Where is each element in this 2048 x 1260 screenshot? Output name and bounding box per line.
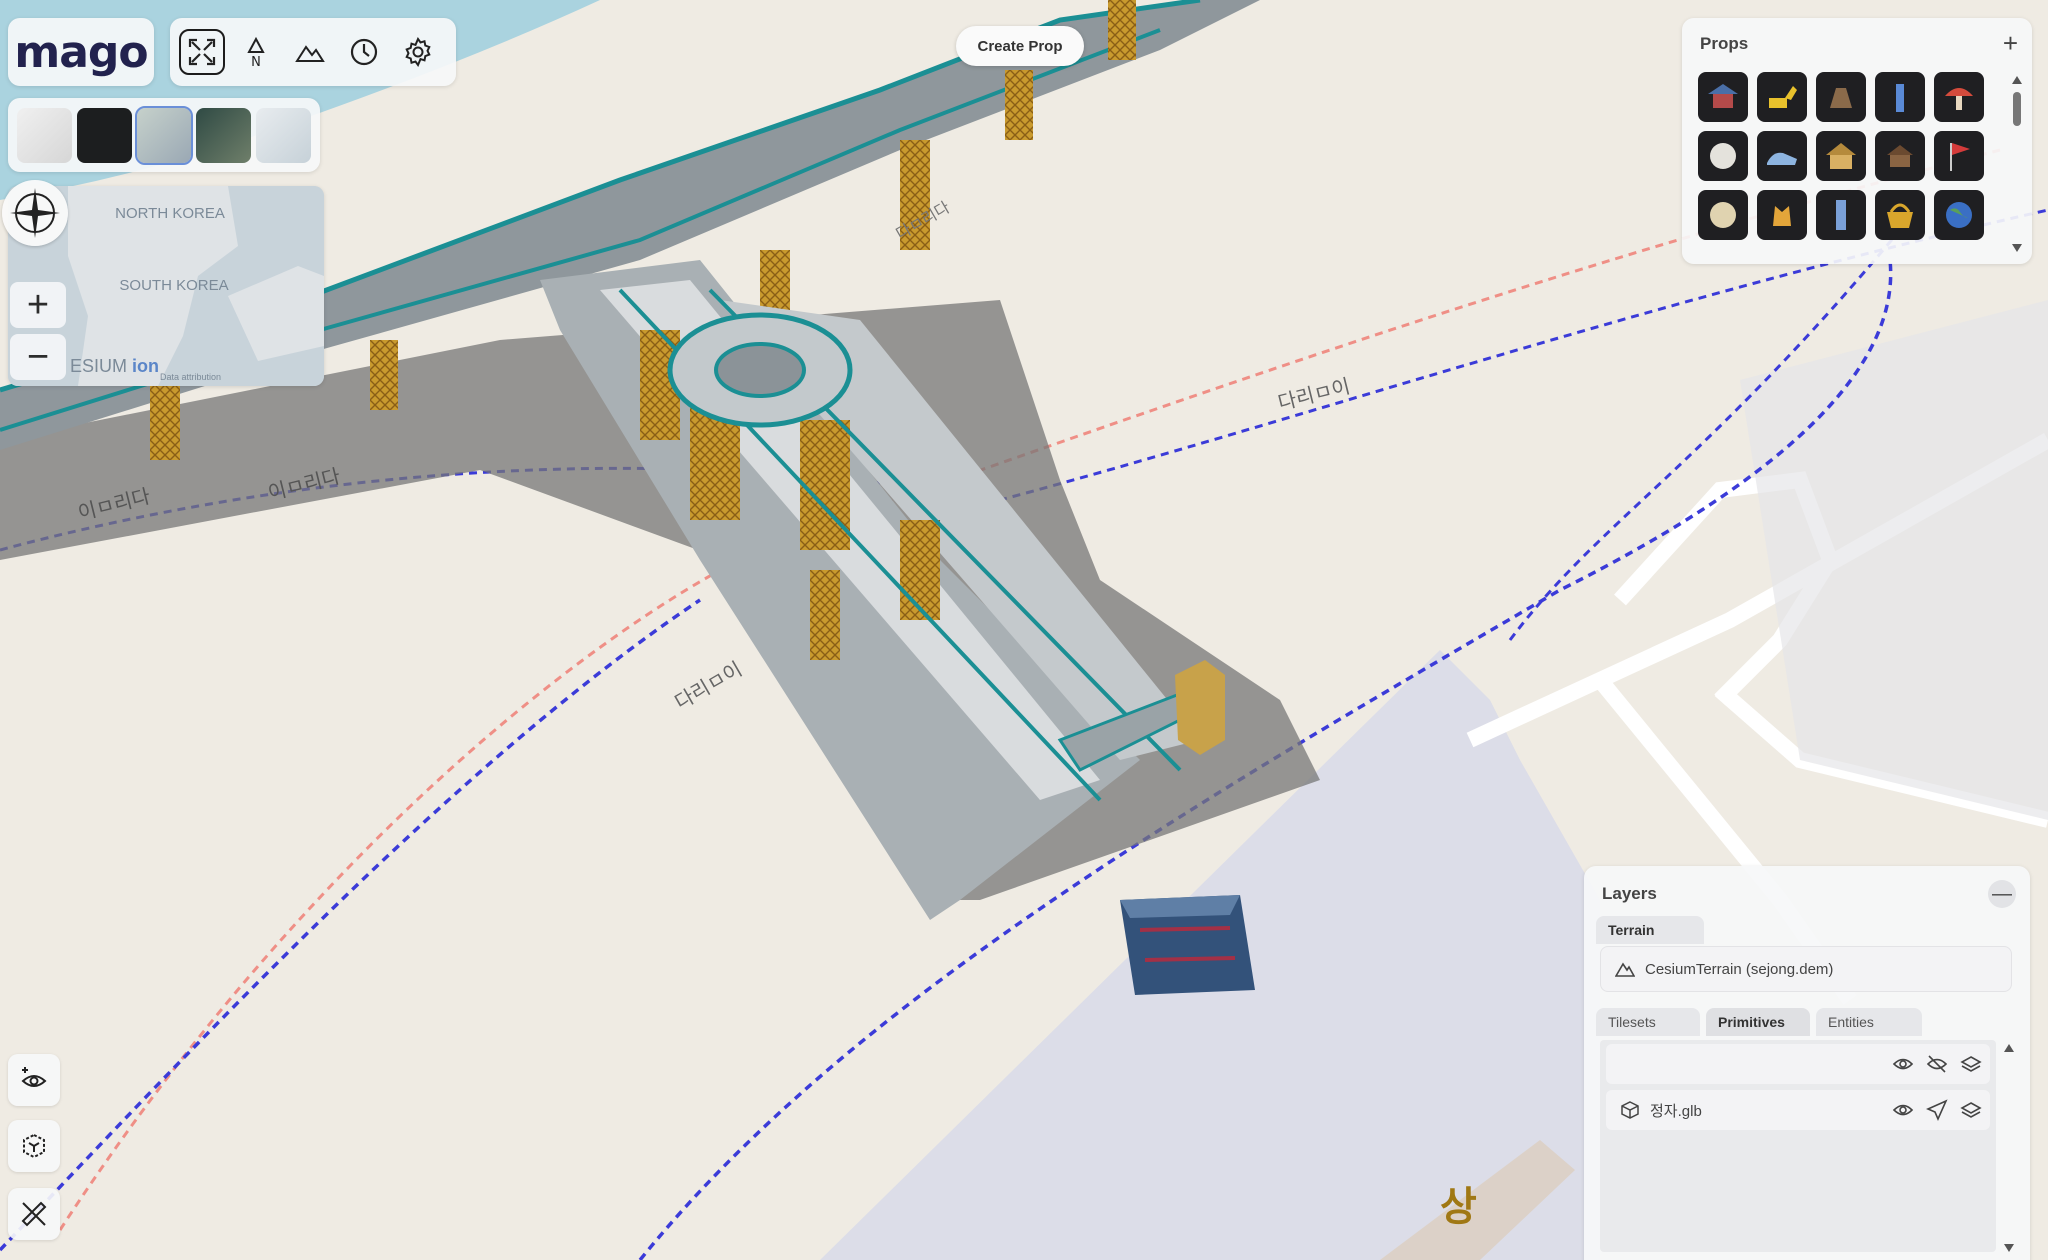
prop-item[interactable] <box>1875 131 1925 181</box>
place-label: 상 <box>1440 1184 1477 1230</box>
prop-item[interactable] <box>1934 190 1984 240</box>
cabin-icon <box>1887 145 1913 167</box>
settings-button[interactable] <box>395 29 441 75</box>
show-all-icon[interactable] <box>1892 1053 1914 1075</box>
primitive-item-label: 정자.glb <box>1650 1102 1702 1120</box>
app-logo: mago <box>14 26 148 78</box>
primitive-item[interactable]: 정자.glb <box>1606 1090 1990 1130</box>
tab-primitives[interactable]: Primitives <box>1706 1008 1810 1036</box>
basemap-picker <box>8 98 320 172</box>
map-viewport[interactable]: 이ㅁ리다 이ㅁ리다 다리ㅁ이 다리ㅁ이 다ㅁ리다 상 mago N NORTH … <box>0 0 2048 1260</box>
basemap-light-street[interactable] <box>256 107 311 163</box>
entrance-block <box>1175 660 1225 755</box>
layers-stack-icon[interactable] <box>1960 1053 1982 1075</box>
fox-icon <box>1773 206 1791 226</box>
layers-scrollbar[interactable] <box>2002 1042 2016 1254</box>
primitives-list: 정자.glb <box>1600 1040 1996 1252</box>
north-button[interactable]: N <box>233 29 279 75</box>
pavilion-model[interactable] <box>1120 895 1255 995</box>
model-icon <box>23 1133 45 1159</box>
measure-tool-icon <box>21 1201 47 1227</box>
main-toolbar: N <box>170 18 456 86</box>
shoe-icon <box>1767 152 1797 165</box>
props-title: Props <box>1700 34 1749 53</box>
add-view-icon <box>21 1067 47 1087</box>
terrain-button[interactable] <box>287 29 333 75</box>
create-prop-button[interactable]: Create Prop <box>956 26 1084 66</box>
basemap-light[interactable] <box>17 107 72 163</box>
pillar-icon <box>1836 200 1846 230</box>
mushroom-icon <box>1945 88 1973 110</box>
time-button[interactable] <box>341 29 387 75</box>
gear-icon <box>405 36 431 68</box>
basket-icon <box>1887 203 1913 228</box>
prop-item[interactable] <box>1816 190 1866 240</box>
prop-item[interactable] <box>1816 72 1866 122</box>
layers-stack-icon[interactable] <box>1960 1099 1982 1121</box>
pavilion-icon <box>1708 84 1738 108</box>
house-icon <box>1826 143 1856 169</box>
planet-icon <box>1710 202 1736 228</box>
clock-icon <box>350 38 378 66</box>
svg-text:Data attribution: Data attribution <box>160 372 221 382</box>
svg-text:SOUTH KOREA: SOUTH KOREA <box>119 277 228 294</box>
layers-panel: Layers — Terrain CesiumTerrain (sejong.d… <box>1584 866 2030 1260</box>
layers-title: Layers <box>1602 884 1657 903</box>
compass-control[interactable] <box>2 180 68 246</box>
prop-item[interactable] <box>1698 72 1748 122</box>
prop-item[interactable] <box>1816 131 1866 181</box>
primitives-header-row <box>1606 1044 1990 1084</box>
props-scrollbar[interactable] <box>2010 74 2024 254</box>
prop-item[interactable] <box>1875 72 1925 122</box>
prop-item[interactable] <box>1875 190 1925 240</box>
measure-button[interactable] <box>8 1188 60 1240</box>
basemap-satellite[interactable] <box>196 107 252 163</box>
prop-item[interactable] <box>1757 131 1807 181</box>
prop-item[interactable] <box>1934 131 1984 181</box>
prop-item[interactable] <box>1757 72 1807 122</box>
svg-text:ion: ion <box>132 356 159 376</box>
prop-item[interactable] <box>1934 72 1984 122</box>
basemap-street[interactable] <box>134 105 194 165</box>
north-arrow-icon: N <box>247 36 265 68</box>
terrain-icon <box>1615 962 1635 977</box>
terrain-item[interactable]: CesiumTerrain (sejong.dem) <box>1600 946 2012 992</box>
earth-icon <box>1946 202 1972 228</box>
prop-item[interactable] <box>1757 190 1807 240</box>
terrain-item-label: CesiumTerrain (sejong.dem) <box>1645 960 1834 978</box>
tab-terrain[interactable]: Terrain <box>1596 916 1704 944</box>
basemap-dark[interactable] <box>76 107 132 163</box>
svg-text:N: N <box>251 55 261 68</box>
flag-icon <box>1950 143 1970 171</box>
hide-all-icon[interactable] <box>1926 1053 1948 1075</box>
compass-icon <box>10 188 60 238</box>
logo-panel: mago <box>8 18 154 86</box>
prop-item[interactable] <box>1698 190 1748 240</box>
terrain-icon <box>295 45 325 62</box>
svg-text:ESIUM: ESIUM <box>70 356 127 376</box>
zoom-out-button[interactable]: − <box>10 334 66 380</box>
minimize-layers-button[interactable]: — <box>1988 880 2016 908</box>
tab-entities[interactable]: Entities <box>1816 1008 1922 1036</box>
moon-icon <box>1710 143 1736 169</box>
svg-text:NORTH KOREA: NORTH KOREA <box>115 205 225 222</box>
add-view-button[interactable] <box>8 1054 60 1106</box>
excavator-icon <box>1769 86 1797 108</box>
model-button[interactable] <box>8 1120 60 1172</box>
props-grid <box>1698 72 1984 240</box>
visibility-icon[interactable] <box>1892 1099 1914 1121</box>
fly-to-icon[interactable] <box>1926 1099 1948 1121</box>
props-panel: Props + <box>1682 18 2032 264</box>
zoom-in-button[interactable]: + <box>10 282 66 328</box>
cube-icon <box>1621 1101 1639 1119</box>
fullscreen-button[interactable] <box>179 29 225 75</box>
anchor-rock-icon <box>1830 88 1852 108</box>
fullscreen-icon <box>188 38 216 66</box>
tab-tilesets[interactable]: Tilesets <box>1596 1008 1700 1036</box>
prop-item[interactable] <box>1698 131 1748 181</box>
tower-icon <box>1896 84 1904 112</box>
add-prop-button[interactable]: + <box>2003 30 2018 56</box>
